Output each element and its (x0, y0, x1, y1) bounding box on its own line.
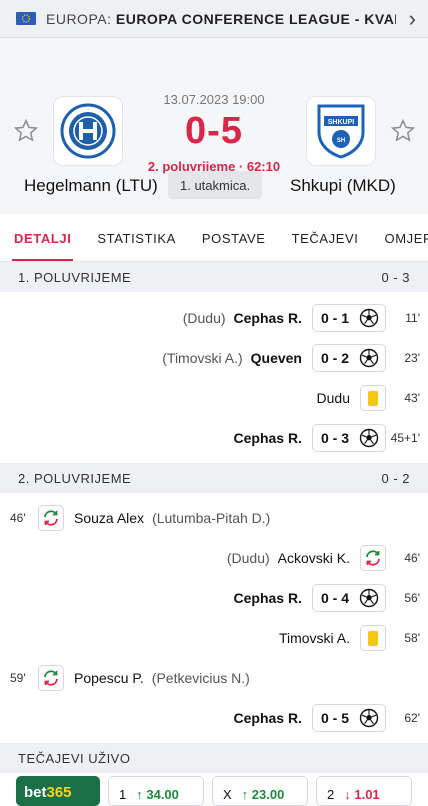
half-score: 0 - 3 (381, 269, 410, 285)
svg-text:SH: SH (337, 138, 345, 144)
event-assist: (Dudu) (182, 310, 226, 326)
event-player: Popescu P. (74, 670, 144, 686)
half-label: 1. POLUVRIJEME (18, 269, 132, 285)
event-minute: 62' (404, 711, 420, 725)
chevron-right-icon[interactable]: › (396, 6, 416, 32)
away-team-logo[interactable]: SHKUPI SH (306, 96, 376, 166)
event-score-box: 0 - 5 (311, 704, 386, 732)
event-minute: 43' (404, 391, 420, 405)
event-score: 0 - 5 (320, 710, 349, 726)
event-goal[interactable]: (Timovski A.) Queven 0 - 2 23' (0, 338, 428, 378)
bookmaker-logo[interactable]: bet 365 (16, 776, 100, 806)
event-score: 0 - 1 (320, 310, 349, 326)
event-player: Timovski A. (278, 630, 350, 646)
europe-flag-icon (16, 12, 36, 25)
event-substitution[interactable]: 59' Popescu P. (Petkevicius N.) (0, 658, 428, 698)
event-score-box: 0 - 2 (311, 344, 386, 372)
tab-h2h[interactable]: OMJER (385, 216, 428, 261)
event-goal[interactable]: Cephas R. 0 - 4 56' (0, 578, 428, 618)
event-player: Cephas R. (233, 430, 302, 446)
event-score-box: 0 - 4 (311, 584, 386, 612)
soccer-ball-icon (359, 588, 379, 608)
event-player: Dudu (316, 390, 350, 406)
live-odds-title: TEČAJEVI UŽIVO (18, 750, 131, 766)
event-player-out: (Lutumba-Pitah D.) (152, 510, 271, 526)
event-minute: 11' (405, 311, 420, 325)
event-score-box: 0 - 3 (311, 424, 386, 452)
half-header: 2. POLUVRIJEME 0 - 2 (0, 463, 428, 493)
event-player: Ackovski K. (277, 550, 350, 566)
event-minute: 46' (404, 551, 420, 565)
half-header: 1. POLUVRIJEME 0 - 3 (0, 262, 428, 292)
bookmaker-name-1: bet (24, 784, 47, 801)
event-minute: 46' (10, 511, 26, 525)
event-player-out: (Dudu) (226, 550, 270, 566)
event-player: Queven (250, 350, 302, 366)
soccer-ball-icon (359, 428, 379, 448)
substitution-icon (38, 665, 64, 691)
event-player: Cephas R. (233, 590, 302, 606)
event-score-box: 0 - 1 (311, 304, 386, 332)
half-label: 2. POLUVRIJEME (18, 470, 132, 486)
tab-details[interactable]: DETALJI (11, 216, 74, 261)
yellow-card-icon (360, 385, 386, 411)
odds-draw[interactable]: X ↑ 23.00 (212, 776, 308, 806)
event-minute: 23' (404, 351, 420, 365)
event-player-out: (Petkevicius N.) (151, 670, 250, 686)
event-minute: 45+1' (390, 431, 420, 445)
event-minute: 59' (10, 671, 26, 685)
bookmaker-name-2: 365 (46, 784, 72, 801)
live-odds-header: TEČAJEVI UŽIVO (0, 743, 428, 773)
odds-away[interactable]: 2 ↓ 1.01 (316, 776, 412, 806)
substitution-icon (38, 505, 64, 531)
tab-bar: DETALJI STATISTIKA POSTAVE TEČAJEVI OMJE… (0, 216, 428, 262)
event-player: Cephas R. (233, 310, 302, 326)
odds-row: bet 365 1 ↑ 34.00 X ↑ 23.00 2 ↓ 1.01 (0, 776, 428, 806)
soccer-ball-icon (359, 308, 379, 328)
home-team-name[interactable]: Hegelmann (LTU) (24, 176, 158, 196)
soccer-ball-icon (359, 708, 379, 728)
event-yellow-card[interactable]: Dudu 43' (0, 378, 428, 418)
yellow-card-icon (360, 625, 386, 651)
favorite-away-star-icon[interactable] (390, 118, 416, 144)
tab-statistics[interactable]: STATISTIKA (97, 216, 175, 261)
substitution-icon (360, 545, 386, 571)
event-score: 0 - 3 (320, 430, 349, 446)
event-goal[interactable]: (Dudu) Cephas R. 0 - 1 11' (0, 298, 428, 338)
soccer-ball-icon (359, 348, 379, 368)
event-player: Souza Alex (74, 510, 145, 526)
odds-home[interactable]: 1 ↑ 34.00 (108, 776, 204, 806)
event-assist: (Timovski A.) (162, 350, 243, 366)
event-minute: 56' (404, 591, 420, 605)
event-goal[interactable]: Cephas R. 0 - 5 62' (0, 698, 428, 738)
event-score: 0 - 4 (320, 590, 349, 606)
event-goal[interactable]: Cephas R. 0 - 3 45+1' (0, 418, 428, 458)
tab-lineups[interactable]: POSTAVE (202, 216, 266, 261)
away-team-name[interactable]: Shkupi (MKD) (290, 176, 396, 196)
svg-text:SHKUPI: SHKUPI (328, 119, 355, 126)
event-score: 0 - 2 (320, 350, 349, 366)
event-minute: 58' (404, 631, 420, 645)
event-player: Cephas R. (233, 710, 302, 726)
event-substitution[interactable]: 46' Souza Alex (Lutumba-Pitah D.) (0, 498, 428, 538)
competition-title: EUROPA: EUROPA CONFERENCE LEAGUE - KVALI… (46, 10, 396, 27)
event-yellow-card[interactable]: Timovski A. 58' (0, 618, 428, 658)
half-score: 0 - 2 (381, 470, 410, 486)
round-badge: 1. utakmica. (168, 171, 263, 199)
event-substitution[interactable]: (Dudu) Ackovski K. 46' (0, 538, 428, 578)
competition-bar[interactable]: EUROPA: EUROPA CONFERENCE LEAGUE - KVALI… (0, 0, 428, 38)
tab-odds[interactable]: TEČAJEVI (292, 216, 359, 261)
